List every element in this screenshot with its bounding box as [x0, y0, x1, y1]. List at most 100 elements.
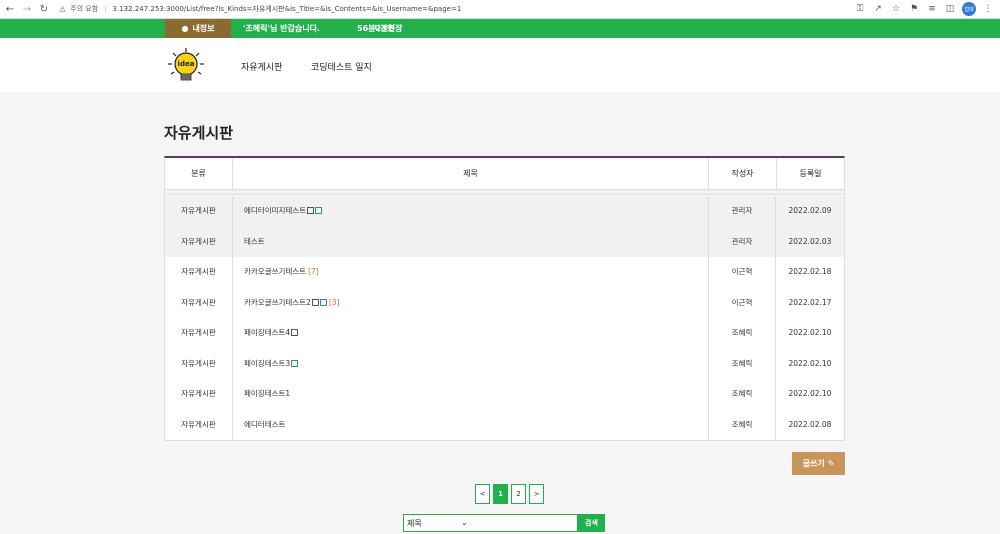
- attachment-icon: [319, 298, 327, 306]
- star-icon[interactable]: ☆: [890, 2, 902, 16]
- browser-toolbar: ← → ↻ ⚠ 주의 요함 | 3.132.247.253:3000/List/…: [0, 0, 1000, 19]
- table-row[interactable]: 자유게시판 에디터테스트 조혜릭 2022.02.08: [165, 409, 844, 441]
- row-category: 자유게시판: [165, 409, 233, 440]
- page-title: 자유게시판: [164, 124, 234, 142]
- row-date: 2022.02.09: [788, 206, 832, 215]
- key-icon[interactable]: ⚿: [854, 2, 866, 16]
- security-label[interactable]: 주의 요함: [70, 4, 98, 14]
- column-header-writer: 작성자: [709, 158, 777, 190]
- nav-coding-test-log[interactable]: 코딩테스트 일지: [311, 60, 372, 73]
- column-header-category: 분류: [165, 158, 233, 190]
- chevron-down-icon: ⌄: [461, 518, 468, 527]
- person-icon: ●: [181, 24, 189, 33]
- table-row[interactable]: 자유게시판 페이징테스트1 조혜릭 2022.02.10: [165, 379, 844, 410]
- pagination: < 1 2 >: [475, 484, 547, 504]
- column-header-title: 제목: [233, 158, 709, 190]
- post-title-link[interactable]: 테스트: [244, 237, 265, 246]
- row-date: 2022.02.10: [788, 328, 832, 337]
- table-row[interactable]: 자유게시판 페이징테스트4 조혜릭 2022.02.10: [165, 318, 844, 349]
- row-writer: 이근혁: [708, 287, 776, 318]
- row-writer: 조혜릭: [708, 318, 776, 349]
- address-bar[interactable]: ⚠ 주의 요함 | 3.132.247.253:3000/List/free?i…: [59, 4, 461, 14]
- table-row[interactable]: 자유게시판 카카오글쓰기테스트2 [3] 이근혁 2022.02.17: [165, 287, 844, 319]
- my-info-label: 내정보: [192, 24, 215, 33]
- search-bar: 제목 ⌄ 검색: [403, 514, 605, 532]
- back-arrow-icon[interactable]: ←: [3, 2, 17, 16]
- logo-text: idea: [178, 60, 195, 68]
- share-icon[interactable]: ↗: [872, 2, 884, 16]
- more-menu-icon[interactable]: ⋮: [982, 2, 994, 16]
- post-title-link[interactable]: 카카오글쓰기테스트2: [244, 298, 311, 307]
- comment-count: [7]: [308, 267, 319, 276]
- row-title-cell: 페이징테스트4: [244, 318, 704, 349]
- row-title-cell: 카카오글쓰기테스트2 [3]: [244, 288, 704, 319]
- column-header-date: 등록일: [799, 169, 822, 178]
- row-title-cell: 에디터테스트: [244, 410, 704, 441]
- page-button-2[interactable]: 2: [511, 484, 526, 504]
- search-field-select[interactable]: 제목 ⌄: [403, 514, 578, 532]
- page-next-button[interactable]: >: [529, 484, 544, 504]
- url-text[interactable]: 3.132.247.253:3000/List/free?is_Kinds=자유…: [113, 4, 462, 14]
- forward-arrow-icon[interactable]: →: [20, 2, 34, 16]
- greeting-text: '조혜릭'님 반갑습니다.: [243, 24, 320, 33]
- post-title-link[interactable]: 페이징테스트3: [244, 359, 290, 368]
- row-date: 2022.02.10: [788, 358, 832, 368]
- extend-session-link[interactable]: 시간연장: [373, 19, 402, 38]
- page-button-1[interactable]: 1: [493, 484, 508, 504]
- row-category: 자유게시판: [165, 257, 233, 288]
- row-title-cell: 카카오글쓰기테스트 [7]: [244, 257, 704, 288]
- site-header: idea 자유게시판 코딩테스트 일지: [0, 38, 1000, 92]
- sidebar-icon[interactable]: ◫: [944, 2, 956, 16]
- image-icon: [311, 298, 319, 306]
- post-title-link[interactable]: 에디터이미지테스트: [244, 206, 306, 215]
- attachment-icon: [291, 359, 299, 367]
- row-writer: 조혜릭: [708, 409, 776, 440]
- header-spacer: [165, 190, 844, 195]
- comment-count: [3]: [328, 297, 340, 307]
- board-table: 분류 제목 작성자 등록일 자유게시판 에디터이미지테스트 관리자 2022.02.0…: [164, 156, 845, 441]
- post-title-link[interactable]: 페이징테스트1: [244, 389, 290, 398]
- row-date: 2022.02.18: [788, 267, 832, 276]
- image-icon: [307, 207, 315, 214]
- row-title-cell: 페이징테스트3: [244, 349, 704, 380]
- table-row[interactable]: 자유게시판 페이징테스트3 조혜릭 2022.02.10: [165, 348, 844, 380]
- notice-row[interactable]: 자유게시판 테스트 관리자 2022.02.03: [165, 226, 844, 258]
- my-info-button[interactable]: ● 내정보: [165, 19, 231, 38]
- post-title-link[interactable]: 에디터테스트: [244, 420, 285, 429]
- site-logo[interactable]: idea: [166, 47, 206, 85]
- row-writer: 관리자: [708, 226, 776, 257]
- row-writer: 조혜릭: [708, 379, 776, 410]
- search-field-selected: 제목: [407, 518, 422, 528]
- nav-free-board[interactable]: 자유게시판: [241, 60, 282, 73]
- row-date: 2022.02.03: [788, 236, 832, 246]
- row-category: 자유게시판: [165, 348, 233, 379]
- row-writer: 관리자: [708, 196, 776, 227]
- image-icon: [291, 329, 299, 336]
- table-row[interactable]: 자유게시판 카카오글쓰기테스트 [7] 이근혁 2022.02.18: [165, 257, 844, 288]
- row-date: 2022.02.17: [788, 297, 832, 307]
- write-post-label: 글쓰기: [802, 459, 825, 468]
- row-writer: 이근혁: [708, 257, 776, 288]
- profile-avatar[interactable]: 업데: [962, 2, 976, 16]
- reading-list-icon[interactable]: ≡: [926, 2, 938, 16]
- table-header: 분류 제목 작성자 등록일: [165, 158, 844, 190]
- attachment-icon: [315, 207, 323, 214]
- extensions-icon[interactable]: ⚑: [908, 2, 920, 16]
- reload-icon[interactable]: ↻: [37, 2, 51, 16]
- post-title-link[interactable]: 페이징테스트4: [244, 328, 290, 337]
- write-post-button[interactable]: 글쓰기 ✎: [792, 452, 845, 475]
- row-category: 자유게시판: [165, 196, 233, 227]
- row-category: 자유게시판: [165, 318, 233, 349]
- row-date: 2022.02.08: [788, 419, 832, 429]
- row-date: 2022.02.10: [788, 389, 832, 398]
- row-category: 자유게시판: [165, 226, 233, 257]
- pencil-icon: ✎: [827, 459, 835, 468]
- row-writer: 조혜릭: [708, 348, 776, 379]
- row-title-cell: 테스트: [244, 227, 704, 258]
- row-category: 자유게시판: [165, 379, 233, 410]
- warning-icon[interactable]: ⚠: [59, 5, 66, 14]
- page-prev-button[interactable]: <: [475, 484, 490, 504]
- notice-row[interactable]: 자유게시판 에디터이미지테스트 관리자 2022.02.09: [165, 196, 844, 227]
- post-title-link[interactable]: 카카오글쓰기테스트: [244, 267, 306, 276]
- search-button[interactable]: 검색: [578, 514, 605, 532]
